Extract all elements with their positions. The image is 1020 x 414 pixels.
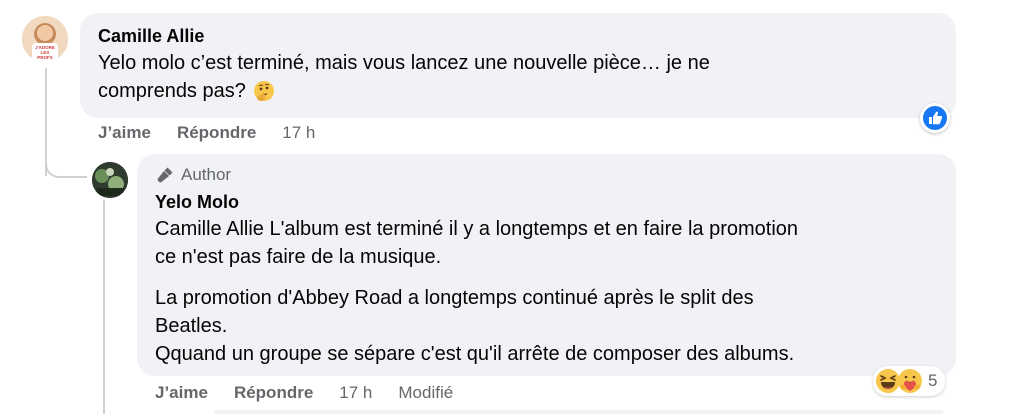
avatar-image: J'ADORE LES PROFS	[22, 16, 68, 62]
comment-timestamp[interactable]: 17 h	[339, 383, 372, 403]
comment-timestamp[interactable]: 17 h	[282, 123, 315, 143]
comment-text: Yelo molo c’est terminé, mais vous lance…	[98, 49, 938, 105]
like-button[interactable]: J’aime	[98, 123, 151, 143]
comment-text-line: La promotion d'Abbey Road a longtemps co…	[155, 287, 754, 309]
comment-actions-camille: J’aime Répondre 17 h	[98, 123, 341, 143]
thinking-face-emoji-icon	[253, 80, 275, 102]
comment-text-line: Qquand un groupe se sépare c'est qu'il a…	[155, 343, 795, 365]
reply-button[interactable]: Répondre	[234, 383, 313, 403]
comment-author[interactable]: Camille Allie	[98, 25, 938, 47]
like-thumb-icon	[923, 106, 947, 130]
comment-text-line: Beatles.	[155, 315, 228, 337]
thread-line-reply	[103, 200, 105, 414]
svg-text:PROFS: PROFS	[37, 55, 53, 60]
comment-bubble-yelo-molo: Author Yelo Molo Camille Allie L'album e…	[137, 154, 956, 376]
comment-bubble-camille: Camille Allie Yelo molo c’est terminé, m…	[80, 13, 956, 118]
comment-text-line: comprends pas?	[98, 77, 938, 105]
like-button[interactable]: J’aime	[155, 383, 208, 403]
comment-text-line: Yelo molo c’est terminé, mais vous lance…	[98, 52, 710, 74]
comment-text: Camille Allie L'album est terminé il y a…	[155, 215, 938, 368]
avatar-image	[92, 162, 128, 198]
comment-text-line-end: comprends pas?	[98, 80, 246, 102]
reply-button[interactable]: Répondre	[177, 123, 256, 143]
comment-paragraph: La promotion d'Abbey Road a longtemps co…	[155, 284, 938, 368]
comment-actions-yelo-molo: J’aime Répondre 17 h Modifié	[155, 383, 479, 403]
avatar-yelo-molo[interactable]	[92, 162, 128, 198]
comment-text-line: ce n'est pas faire de la musique.	[155, 246, 442, 268]
reactions-count: 5	[928, 371, 938, 390]
edited-label[interactable]: Modifié	[398, 383, 453, 403]
avatar-camille-allie[interactable]: J'ADORE LES PROFS	[22, 16, 68, 62]
comment-text-line: Camille Allie L'album est terminé il y a…	[155, 218, 799, 240]
comment-paragraph: Camille Allie L'album est terminé il y a…	[155, 215, 938, 271]
care-icon	[897, 368, 923, 394]
thread-line-curve	[45, 150, 87, 178]
author-badge: Author	[155, 164, 938, 186]
author-badge-label: Author	[181, 165, 232, 184]
like-reaction-badge[interactable]	[920, 103, 950, 133]
microphone-icon	[157, 167, 173, 183]
reactions-summary[interactable]: 5	[873, 366, 946, 396]
comment-author[interactable]: Yelo Molo	[155, 191, 938, 213]
next-comment-bubble-edge	[214, 410, 944, 414]
